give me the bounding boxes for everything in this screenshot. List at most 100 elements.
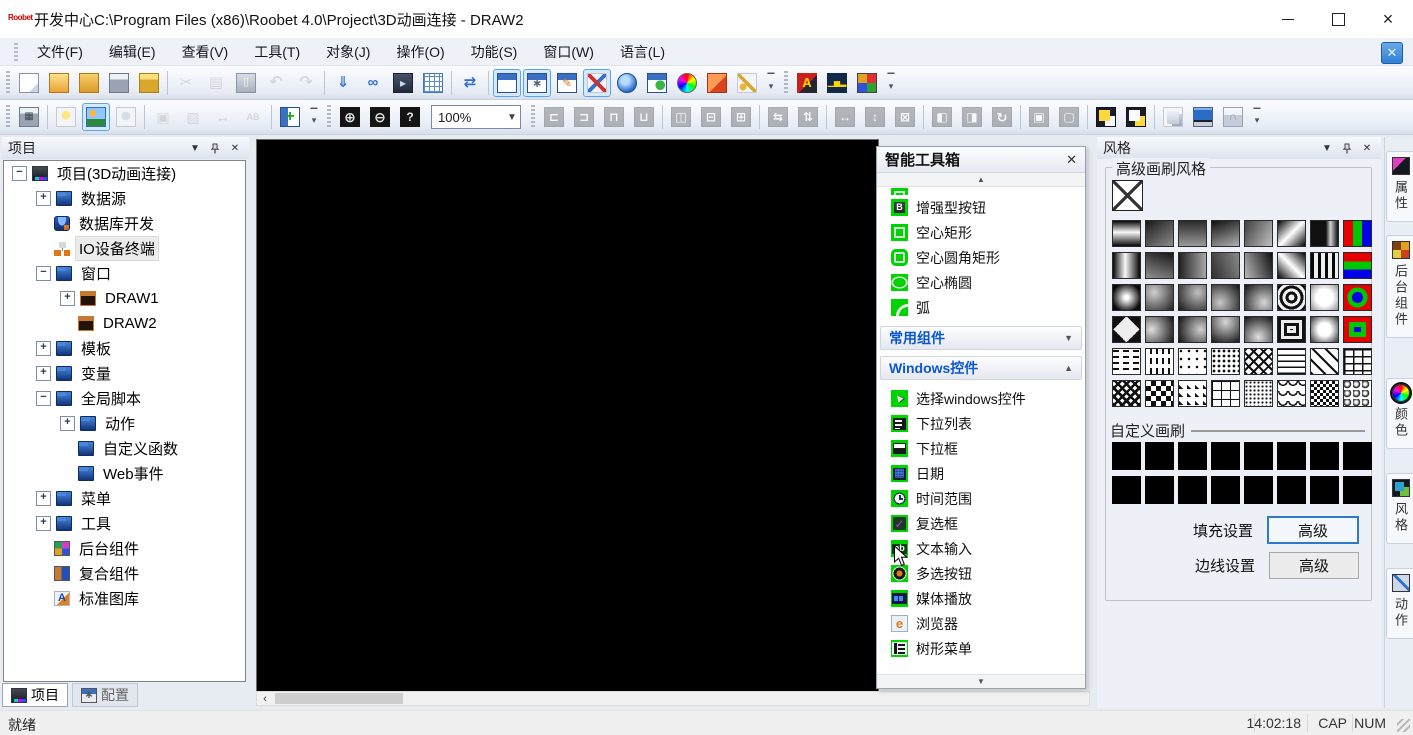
brush-swatch-dots3[interactable] [1244, 380, 1273, 407]
toolbar-grip[interactable] [6, 105, 10, 129]
brush-swatch-sqrings[interactable] [1277, 316, 1306, 343]
toolbox-item-media-player[interactable]: 媒体播放 [877, 586, 1085, 611]
toolbar-overflow-icon[interactable]: ▔▾ [307, 104, 321, 130]
expand-icon[interactable]: + [36, 191, 51, 206]
section-common-components[interactable]: 常用组件 ▼ [880, 326, 1082, 350]
custom-brush-swatch-9[interactable] [1145, 476, 1174, 504]
brush-swatch-gray11[interactable] [1211, 284, 1240, 311]
brush-swatch-weave[interactable] [1112, 380, 1141, 407]
toolbox-item-text-input[interactable]: ab文本输入 [877, 536, 1085, 561]
order-forward-button[interactable]: ▣ [1025, 103, 1053, 131]
toolbox-item-hollow-ellipse[interactable]: 空心椭圆 [877, 270, 1085, 295]
maximize-button[interactable] [1313, 0, 1363, 38]
toolbox-item-browser[interactable]: e浏览器 [877, 611, 1085, 636]
menubar-grip[interactable] [14, 43, 18, 61]
window-settings-button[interactable]: ∗ [523, 69, 551, 97]
toolbar-grip[interactable] [327, 105, 331, 129]
tree-item-5[interactable]: +DRAW1 [4, 286, 245, 311]
tree-item-13[interactable]: +菜单 [4, 486, 245, 511]
color-wheel-button[interactable] [673, 69, 701, 97]
brush-swatch-gray15[interactable] [1211, 316, 1240, 343]
panel-tab-1[interactable]: ∗配置 [72, 683, 138, 707]
brush-swatch-vband[interactable] [1112, 252, 1141, 279]
rotate-button[interactable]: ↻ [988, 103, 1016, 131]
add-component-button[interactable]: + [276, 103, 304, 131]
menu-item-0[interactable]: 文件(F) [24, 39, 96, 65]
toolbox-item-date[interactable]: ▦日期 [877, 461, 1085, 486]
tree-item-17[interactable]: A标准图库 [4, 586, 245, 611]
scroll-left-icon[interactable]: ‹ [257, 692, 273, 705]
tree-item-3[interactable]: IO设备终端 [4, 236, 245, 261]
brush-swatch-vlines[interactable] [1310, 252, 1339, 279]
tools-button[interactable] [583, 69, 611, 97]
brush-swatch-gray4[interactable] [1244, 220, 1273, 247]
custom-brush-swatch-3[interactable] [1211, 442, 1240, 470]
tree-item-8[interactable]: +变量 [4, 361, 245, 386]
save-table-button[interactable]: ▦ [15, 103, 43, 131]
brush-swatch-hdash[interactable] [1112, 348, 1141, 375]
center-both-button[interactable]: ⊞ [727, 103, 755, 131]
brush-swatch-gray10[interactable] [1178, 284, 1207, 311]
brush-swatch-rgb-v[interactable] [1343, 220, 1372, 247]
brush-swatch-scales[interactable] [1277, 380, 1306, 407]
find-button[interactable]: ∞ [359, 69, 387, 97]
same-height-button[interactable]: ↕ [861, 103, 889, 131]
collapse-icon[interactable]: − [12, 166, 27, 181]
lamp-button[interactable] [112, 103, 140, 131]
chevron-down-icon[interactable]: ▼ [498, 107, 520, 127]
same-size-button[interactable]: ⊠ [891, 103, 919, 131]
minimize-button[interactable] [1263, 0, 1313, 38]
toolbar-grip[interactable] [531, 105, 535, 129]
custom-brush-swatch-1[interactable] [1145, 442, 1174, 470]
toolbox-header[interactable]: 智能工具箱 ✕ [877, 147, 1085, 173]
custom-brush-swatch-12[interactable] [1244, 476, 1273, 504]
tree-item-1[interactable]: +数据源 [4, 186, 245, 211]
custom-brush-swatch-5[interactable] [1277, 442, 1306, 470]
custom-brush-swatch-6[interactable] [1310, 442, 1339, 470]
brush-swatch-radial1[interactable] [1112, 284, 1141, 311]
center-horizontal-button[interactable]: ◫ [667, 103, 695, 131]
brush-swatch-gray16[interactable] [1244, 316, 1273, 343]
tree-item-15[interactable]: 后台组件 [4, 536, 245, 561]
toolbar-grip[interactable] [6, 71, 10, 95]
brush-swatch-diamond[interactable] [1112, 316, 1141, 343]
toolbox-item-hollow-rect[interactable]: 空心矩形 [877, 220, 1085, 245]
brush-swatch-diagband[interactable] [1277, 220, 1306, 247]
lock-button[interactable]: ∩ [1219, 103, 1247, 131]
window-edit-button[interactable]: ✎ [553, 69, 581, 97]
resize-grip[interactable] [1397, 719, 1410, 732]
group-button[interactable] [1159, 103, 1187, 131]
tree-item-4[interactable]: −窗口 [4, 261, 245, 286]
tree-item-11[interactable]: 自定义函数 [4, 436, 245, 461]
brush-swatch-diagbrick[interactable] [1310, 348, 1339, 375]
brush-swatch-gray12[interactable] [1244, 284, 1273, 311]
brush-swatch-gray1[interactable] [1145, 220, 1174, 247]
side-tab-属性[interactable]: 属性 [1386, 151, 1413, 222]
copy-button[interactable]: ▤ [202, 69, 230, 97]
brush-swatch-gray13[interactable] [1145, 316, 1174, 343]
line-advanced-button[interactable]: 高级 [1269, 552, 1359, 579]
brush-swatch-bigchecker[interactable] [1145, 380, 1174, 407]
brush-swatch-rgb-radial[interactable] [1343, 284, 1372, 311]
brush-swatch-dots2[interactable] [1211, 348, 1240, 375]
menu-item-2[interactable]: 查看(V) [169, 39, 242, 65]
toolbox-item-hollow-round-rect[interactable]: 空心圆角矩形 [877, 245, 1085, 270]
brush-swatch-gray8[interactable] [1244, 252, 1273, 279]
import-button[interactable]: ⇓ [329, 69, 357, 97]
align-left-button[interactable]: ⊏ [540, 103, 568, 131]
panel-tab-0[interactable]: 项目 [2, 683, 68, 707]
space-horizontal-button[interactable]: ⇆ [764, 103, 792, 131]
toolbox-item-enhanced-button[interactable]: B增强型按钮 [877, 195, 1085, 220]
undo-button[interactable]: ↶ [262, 69, 290, 97]
stamp-button[interactable]: ▣ [149, 103, 177, 131]
sync-button[interactable]: ⇄ [456, 69, 484, 97]
image-button[interactable] [82, 103, 110, 131]
align-top-button[interactable]: ⊓ [600, 103, 628, 131]
expand-icon[interactable]: + [36, 366, 51, 381]
menu-item-3[interactable]: 工具(T) [241, 39, 313, 65]
side-tab-动作[interactable]: 动作 [1386, 568, 1413, 639]
pin-icon[interactable] [1339, 140, 1355, 156]
tree-item-16[interactable]: 复合组件 [4, 561, 245, 586]
section-windows-controls[interactable]: Windows控件 ▲ [880, 356, 1082, 380]
align-bottom-button[interactable]: ⊔ [630, 103, 658, 131]
